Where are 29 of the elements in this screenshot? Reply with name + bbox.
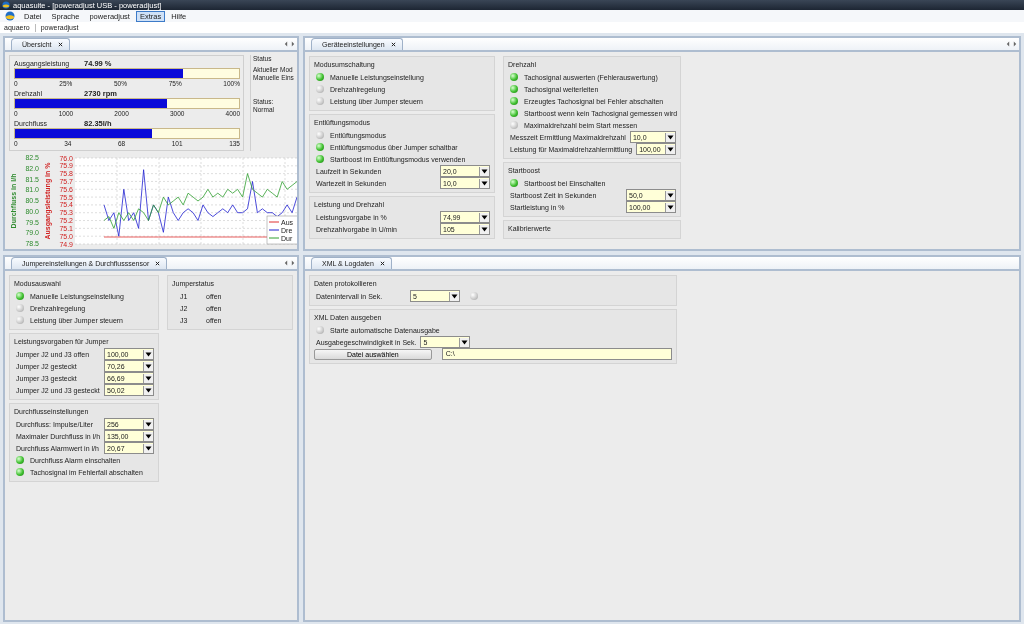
scroll-right-icon[interactable]	[291, 41, 295, 47]
dropdown-arrow-icon[interactable]	[459, 337, 470, 347]
scroll-right-icon[interactable]	[1013, 41, 1017, 47]
dropdown-arrow-icon[interactable]	[143, 385, 154, 395]
dropdown-arrow-icon[interactable]	[143, 349, 154, 359]
dropdown-arrow-icon[interactable]	[143, 431, 154, 441]
dropdown-arrow-icon[interactable]	[665, 202, 675, 212]
dropdown-arrow-icon[interactable]	[143, 373, 154, 383]
dropdown-arrow-icon[interactable]	[143, 361, 154, 371]
close-icon[interactable]	[379, 261, 385, 266]
dropdown-arrow-icon[interactable]	[665, 190, 675, 200]
app-menu-icon[interactable]	[5, 11, 15, 21]
dropdown-arrow-icon[interactable]	[479, 178, 489, 188]
scroll-left-icon[interactable]	[1006, 41, 1010, 47]
dropdown-arrow-icon[interactable]	[143, 443, 154, 453]
dropdown-arrow-icon[interactable]	[143, 419, 154, 429]
dropdown-arrow-icon[interactable]	[449, 291, 459, 301]
scroll-left-icon[interactable]	[284, 41, 288, 47]
dropdown-arrow-icon[interactable]	[479, 212, 489, 222]
dropdown-arrow-icon[interactable]	[479, 166, 489, 176]
dropdown-arrow-icon[interactable]	[665, 144, 675, 154]
scroll-left-icon[interactable]	[284, 260, 288, 266]
app-icon	[2, 1, 10, 9]
dropdown-arrow-icon[interactable]	[665, 132, 675, 142]
dropdown-arrow-icon[interactable]	[479, 224, 489, 234]
close-icon[interactable]	[390, 42, 396, 47]
scroll-right-icon[interactable]	[291, 260, 295, 266]
close-icon[interactable]	[57, 42, 63, 47]
close-icon[interactable]	[155, 261, 161, 266]
